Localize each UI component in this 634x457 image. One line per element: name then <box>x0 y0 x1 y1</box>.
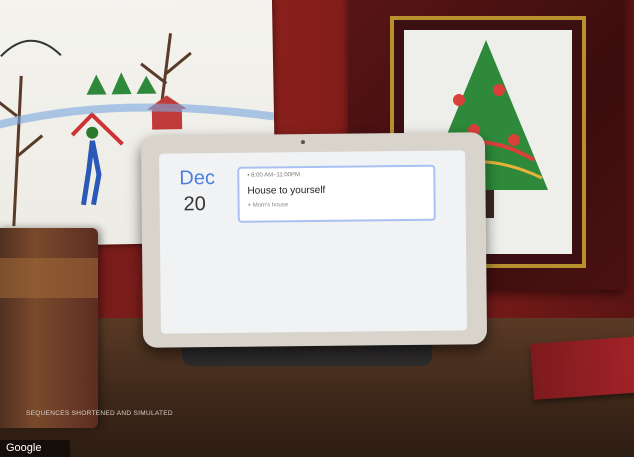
photo-scene: Dec 20 • 8:00 AM–11:00PM House to yourse… <box>0 0 634 457</box>
camera-dot <box>300 140 305 145</box>
mug-band <box>0 258 98 298</box>
date-day: 20 <box>183 193 206 216</box>
coffee-mug <box>0 228 98 428</box>
event-location-text: Mom's house <box>252 202 289 209</box>
display-screen[interactable]: Dec 20 • 8:00 AM–11:00PM House to yourse… <box>159 150 467 334</box>
event-time: • 8:00 AM–11:00PM <box>247 172 301 179</box>
event-location: ⌖ Mom's house <box>248 202 289 209</box>
gift-box <box>530 336 634 400</box>
location-icon: ⌖ <box>247 202 252 209</box>
disclaimer-caption: SEQUENCES SHORTENED AND SIMULATED <box>26 410 173 417</box>
event-title: House to yourself <box>247 184 326 197</box>
calendar-event-card[interactable]: • 8:00 AM–11:00PM House to yourself ⌖ Mo… <box>237 164 436 223</box>
date-month: Dec <box>179 167 216 190</box>
google-label: Google <box>6 442 42 454</box>
google-logo: Google <box>0 440 70 457</box>
smart-display: Dec 20 • 8:00 AM–11:00PM House to yourse… <box>140 132 488 348</box>
